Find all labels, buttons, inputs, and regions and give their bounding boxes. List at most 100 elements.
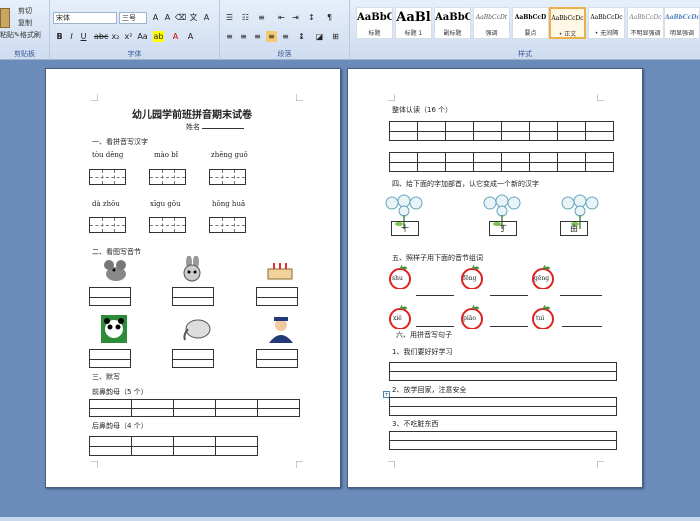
answer-box[interactable] <box>89 349 131 368</box>
change-case-button[interactable]: Aa <box>137 31 148 42</box>
style-subtitle[interactable]: AaBbC 副标题 <box>434 7 471 39</box>
show-marks-button[interactable]: ¶ <box>324 12 335 23</box>
decrease-indent-button[interactable]: ⇤ <box>276 12 287 23</box>
paste-button[interactable]: 粘贴 <box>0 30 14 40</box>
answer-line[interactable] <box>416 326 454 327</box>
grow-font-button[interactable]: A <box>150 12 161 23</box>
paste-icon[interactable] <box>0 8 10 28</box>
style-heading1[interactable]: AaBl 标题 1 <box>395 7 432 39</box>
section-3-heading: 三、默写 <box>92 373 120 381</box>
answer-line[interactable] <box>562 326 602 327</box>
writing-grid[interactable] <box>89 217 126 233</box>
font-size-combo[interactable]: 三号 <box>119 12 147 24</box>
sort-button[interactable]: ↕ <box>306 12 317 23</box>
writing-grid[interactable] <box>149 217 186 233</box>
page-title: 幼儿园学前班拼音期末试卷 <box>132 110 252 121</box>
cut-button[interactable]: 剪切 <box>18 6 32 16</box>
answer-box[interactable] <box>256 287 298 306</box>
font-color-button[interactable]: A <box>170 31 181 42</box>
answer-box[interactable] <box>256 349 298 368</box>
writing-grid[interactable] <box>149 169 186 185</box>
increase-indent-button[interactable]: ⇥ <box>290 12 301 23</box>
shrink-font-button[interactable]: A <box>162 12 173 23</box>
writing-grid[interactable] <box>209 169 246 185</box>
answer-line[interactable] <box>490 295 528 296</box>
char-border-button[interactable]: A <box>201 12 212 23</box>
style-normal[interactable]: AaBbCcDc • 正文 <box>549 7 586 39</box>
underline-button[interactable]: U <box>78 31 89 42</box>
status-bar <box>0 517 700 521</box>
copy-button[interactable]: 复制 <box>18 18 32 28</box>
section-2-heading: 二、看图写音节 <box>92 248 141 256</box>
answer-line[interactable] <box>416 295 454 296</box>
sentence-writing-lines[interactable] <box>389 431 617 450</box>
sentence-writing-lines[interactable] <box>389 362 617 381</box>
style-strong[interactable]: AaBbCcD 要点 <box>512 7 549 39</box>
style-intense-emphasis[interactable]: AaBbCcDc 明显强调 <box>664 7 700 39</box>
writing-grid[interactable] <box>209 217 246 233</box>
pinyin-label: tòu dēng <box>92 151 124 159</box>
radical-char-box[interactable]: 丁 <box>489 221 517 236</box>
phonetic-guide-button[interactable]: 文 <box>188 12 199 23</box>
back-nasal-table[interactable] <box>89 436 258 456</box>
crop-mark-icon <box>388 94 395 101</box>
clear-format-button[interactable]: ⌫ <box>175 12 186 23</box>
char-shading-button[interactable]: A <box>185 31 196 42</box>
ribbon: 粘贴 剪切 复制 ✎格式刷 剪贴板 宋体 三号 A A ⌫ 文 A B I U … <box>0 0 700 60</box>
styles-group: AaBbC 标题 AaBl 标题 1 AaBbC 副标题 AaBbCcDt 强调 AaB… <box>350 0 700 60</box>
apple-icon: xiě <box>388 304 412 330</box>
align-right-button[interactable]: ≡ <box>252 31 263 42</box>
bullets-button[interactable]: ☰ <box>224 12 235 23</box>
font-group-label: 字体 <box>127 50 142 58</box>
clipboard-group-label: 剪贴板 <box>14 50 35 58</box>
style-no-spacing[interactable]: AaBbCcDc • 无间隔 <box>588 7 625 39</box>
panda-picture <box>101 315 127 343</box>
front-nasal-table[interactable] <box>89 399 300 417</box>
name-field[interactable]: 姓名 <box>186 122 244 132</box>
styles-group-label: 样式 <box>518 50 532 58</box>
format-painter-button[interactable]: ✎格式刷 <box>14 30 41 40</box>
style-title[interactable]: AaBbC 标题 <box>356 7 393 39</box>
answer-box[interactable] <box>172 349 214 368</box>
superscript-button[interactable]: x² <box>123 31 134 42</box>
crop-mark-icon <box>296 461 303 468</box>
radical-char-box[interactable]: 由 <box>560 221 588 236</box>
document-page-2[interactable]: 整体认读（16 个） 四、给下面的字加部首，认它变成一个新的汉字 十 丁 由 五… <box>347 68 643 488</box>
sentence-writing-lines[interactable] <box>389 397 617 416</box>
borders-button[interactable]: ⊞ <box>330 31 341 42</box>
style-subtle-emphasis[interactable]: AaBbCcDc 不明显强调 <box>627 7 664 39</box>
subscript-button[interactable]: x₂ <box>110 31 121 42</box>
mouse-picture <box>104 260 126 281</box>
crop-mark-icon <box>91 461 98 468</box>
shading-button[interactable]: ◪ <box>314 31 325 42</box>
answer-line[interactable] <box>490 326 528 327</box>
font-name-combo[interactable]: 宋体 <box>53 12 117 24</box>
distribute-button[interactable]: ≡ <box>280 31 291 42</box>
numbering-button[interactable]: ☷ <box>240 12 251 23</box>
back-nasal-label: 后鼻韵母（4 个） <box>92 422 148 430</box>
elephant-picture <box>183 319 211 341</box>
align-left-button[interactable]: ≡ <box>224 31 235 42</box>
multilevel-list-button[interactable]: ≡ <box>256 12 267 23</box>
style-emphasis[interactable]: AaBbCcDt 强调 <box>473 7 510 39</box>
pinyin-label: dà zhōu <box>92 200 120 208</box>
whole-recognition-table-2[interactable] <box>389 152 614 172</box>
answer-box[interactable] <box>172 287 214 306</box>
document-page-1[interactable]: 幼儿园学前班拼音期末试卷 姓名 一、看拼音写汉字 tòu dēng mào bǐ… <box>45 68 341 488</box>
crop-mark-icon <box>296 94 303 101</box>
answer-line[interactable] <box>560 295 602 296</box>
cake-picture <box>267 263 293 280</box>
crop-mark-icon <box>597 461 604 468</box>
writing-grid[interactable] <box>89 169 126 185</box>
justify-button[interactable]: ≡ <box>266 31 277 42</box>
line-spacing-button[interactable]: ↨ <box>296 31 307 42</box>
italic-button[interactable]: I <box>66 31 77 42</box>
strikethrough-button[interactable]: abc <box>94 31 108 42</box>
bold-button[interactable]: B <box>54 31 65 42</box>
highlight-button[interactable]: ab <box>153 31 164 42</box>
whole-recognition-table-1[interactable] <box>389 121 614 141</box>
answer-box[interactable] <box>89 287 131 306</box>
section-4-heading: 四、给下面的字加部首，认它变成一个新的汉字 <box>392 180 539 188</box>
align-center-button[interactable]: ≡ <box>238 31 249 42</box>
radical-char-box[interactable]: 十 <box>391 221 419 236</box>
